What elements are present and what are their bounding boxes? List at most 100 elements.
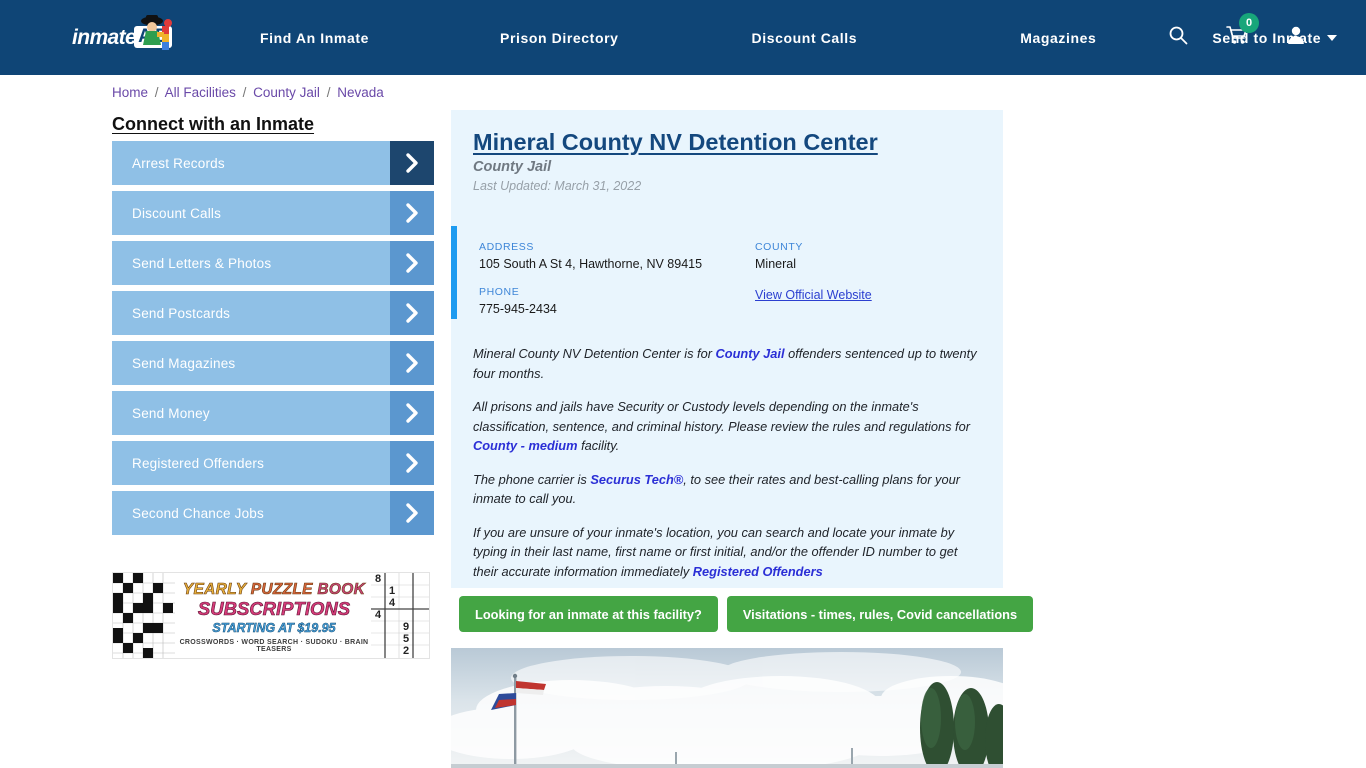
facility-description: Mineral County NV Detention Center is fo… bbox=[473, 344, 985, 595]
ad-headline-line2: SUBSCRIPTIONS bbox=[197, 597, 351, 619]
sidebar-item-send-magazines[interactable]: Send Magazines bbox=[112, 341, 434, 385]
chevron-right-icon bbox=[390, 391, 434, 435]
sudoku-grid-icon: 8 1 4 4 9 5 2 bbox=[371, 573, 429, 658]
county-label: COUNTY bbox=[755, 241, 803, 253]
shopping-cart-icon[interactable]: 0 bbox=[1226, 13, 1259, 50]
search-icon[interactable] bbox=[1168, 25, 1188, 50]
facility-exterior-photo bbox=[451, 648, 1003, 768]
nav-item-magazines[interactable]: Magazines bbox=[1020, 30, 1096, 46]
sidebar-item-label: Discount Calls bbox=[132, 205, 222, 221]
sidebar-item-arrest-records[interactable]: Arrest Records bbox=[112, 141, 434, 185]
county-jail-link[interactable]: County Jail bbox=[716, 346, 785, 361]
chevron-right-icon bbox=[390, 191, 434, 235]
chevron-right-icon bbox=[390, 491, 434, 535]
address-field: ADDRESS 105 South A St 4, Hawthorne, NV … bbox=[479, 241, 702, 271]
p2-text-b: facility. bbox=[577, 438, 620, 453]
phone-value: 775-945-2434 bbox=[479, 302, 557, 316]
sidebar-item-discount-calls[interactable]: Discount Calls bbox=[112, 191, 434, 235]
puzzle-book-ad-banner[interactable]: YEARLY PUZZLE BOOK SUBSCRIPTIONS STARTIN… bbox=[112, 572, 430, 659]
securus-tech-link[interactable]: Securus Tech® bbox=[590, 472, 683, 487]
top-navigation-bar: inmateAID Find An Inmate Prison Director… bbox=[0, 0, 1366, 75]
address-label: ADDRESS bbox=[479, 241, 534, 253]
sidebar-item-label: Send Money bbox=[132, 405, 210, 421]
breadcrumb-item-all-facilities[interactable]: All Facilities bbox=[165, 85, 236, 100]
facility-contact-box: ADDRESS 105 South A St 4, Hawthorne, NV … bbox=[451, 222, 1003, 322]
breadcrumb-separator: / bbox=[242, 85, 247, 100]
sidebar-item-send-money[interactable]: Send Money bbox=[112, 391, 434, 435]
sidebar-item-label: Registered Offenders bbox=[132, 455, 265, 471]
find-inmate-button[interactable]: Looking for an inmate at this facility? bbox=[459, 596, 718, 632]
inmateaid-mascot-icon bbox=[141, 15, 172, 50]
svg-text:9: 9 bbox=[403, 621, 409, 633]
p2-text-a: All prisons and jails have Security or C… bbox=[473, 399, 970, 434]
description-paragraph-3: The phone carrier is Securus Tech®, to s… bbox=[473, 470, 985, 509]
svg-text:4: 4 bbox=[389, 597, 396, 609]
accent-bar bbox=[451, 226, 457, 319]
chevron-right-icon bbox=[390, 441, 434, 485]
breadcrumb-separator: / bbox=[326, 85, 331, 100]
page-title[interactable]: Mineral County NV Detention Center bbox=[473, 129, 878, 156]
ad-price-line: STARTING AT $19.95 bbox=[212, 620, 336, 635]
svg-text:2: 2 bbox=[403, 645, 409, 657]
sidebar-item-label: Arrest Records bbox=[132, 155, 225, 171]
county-value: Mineral bbox=[755, 257, 796, 271]
address-value: 105 South A St 4, Hawthorne, NV 89415 bbox=[479, 257, 703, 271]
breadcrumb: Home / All Facilities / County Jail / Ne… bbox=[112, 85, 384, 100]
ad-word-book: BOOK bbox=[317, 580, 366, 598]
sidebar-menu: Arrest Records Discount Calls Send Lette… bbox=[112, 141, 434, 541]
county-medium-link[interactable]: County - medium bbox=[473, 438, 578, 453]
ad-headline-line1: YEARLY PUZZLE BOOK bbox=[182, 580, 366, 599]
ad-categories-line: CROSSWORDS · WORD SEARCH · SUDOKU · BRAI… bbox=[179, 638, 369, 653]
sidebar-title: Connect with an Inmate bbox=[112, 114, 315, 134]
nav-item-discount-calls[interactable]: Discount Calls bbox=[752, 30, 858, 46]
facility-info-panel: Mineral County NV Detention Center Count… bbox=[451, 110, 1003, 588]
breadcrumb-item-home[interactable]: Home bbox=[112, 85, 148, 100]
phone-field: PHONE 775-945-2434 bbox=[479, 286, 557, 316]
sidebar-item-label: Send Postcards bbox=[132, 305, 231, 321]
ad-text-block: YEARLY PUZZLE BOOK SUBSCRIPTIONS STARTIN… bbox=[171, 573, 377, 658]
visitations-button[interactable]: Visitations - times, rules, Covid cancel… bbox=[726, 596, 1034, 632]
nav-item-prison-directory[interactable]: Prison Directory bbox=[500, 30, 619, 46]
view-official-website-link[interactable]: View Official Website bbox=[755, 288, 872, 302]
description-paragraph-2: All prisons and jails have Security or C… bbox=[473, 397, 985, 456]
chevron-right-icon bbox=[390, 141, 434, 185]
ad-word-puzzle: PUZZLE bbox=[250, 580, 313, 598]
sidebar-item-label: Send Magazines bbox=[132, 355, 236, 371]
chevron-right-icon bbox=[390, 291, 434, 335]
p1-text-a: Mineral County NV Detention Center is fo… bbox=[473, 346, 716, 361]
breadcrumb-separator: / bbox=[154, 85, 159, 100]
crossword-grid-icon bbox=[113, 573, 175, 658]
facility-type: County Jail bbox=[473, 159, 552, 175]
sidebar-item-second-chance-jobs[interactable]: Second Chance Jobs bbox=[112, 491, 434, 535]
svg-text:8: 8 bbox=[375, 573, 381, 585]
breadcrumb-item-nevada[interactable]: Nevada bbox=[337, 85, 384, 100]
chevron-down-icon bbox=[1327, 34, 1338, 41]
last-updated-text: Last Updated: March 31, 2022 bbox=[473, 179, 642, 193]
user-account-icon[interactable] bbox=[1286, 25, 1306, 50]
sidebar-item-label: Second Chance Jobs bbox=[132, 505, 264, 521]
sidebar-item-registered-offenders[interactable]: Registered Offenders bbox=[112, 441, 434, 485]
ad-word-yearly: YEARLY bbox=[182, 580, 247, 598]
site-logo[interactable]: inmateAID bbox=[72, 15, 192, 58]
nav-icon-group: 0 bbox=[1168, 0, 1306, 75]
registered-offenders-link[interactable]: Registered Offenders bbox=[693, 564, 823, 579]
sidebar-item-label: Send Letters & Photos bbox=[132, 255, 272, 271]
svg-text:5: 5 bbox=[403, 633, 409, 645]
phone-label: PHONE bbox=[479, 286, 520, 298]
nav-item-find-an-inmate[interactable]: Find An Inmate bbox=[260, 30, 369, 46]
logo-text: inmate bbox=[72, 26, 137, 49]
svg-text:4: 4 bbox=[375, 609, 382, 621]
sidebar-item-send-postcards[interactable]: Send Postcards bbox=[112, 291, 434, 335]
county-field: COUNTY Mineral bbox=[755, 241, 803, 271]
official-website-field: View Official Website bbox=[755, 286, 872, 304]
cart-count-badge: 0 bbox=[1239, 13, 1259, 33]
description-paragraph-4: If you are unsure of your inmate's locat… bbox=[473, 523, 985, 582]
breadcrumb-item-county-jail[interactable]: County Jail bbox=[253, 85, 320, 100]
chevron-right-icon bbox=[390, 241, 434, 285]
action-button-row: Looking for an inmate at this facility? … bbox=[459, 596, 1034, 632]
description-paragraph-1: Mineral County NV Detention Center is fo… bbox=[473, 344, 985, 383]
chevron-right-icon bbox=[390, 341, 434, 385]
sidebar-item-send-letters-photos[interactable]: Send Letters & Photos bbox=[112, 241, 434, 285]
p3-text-a: The phone carrier is bbox=[473, 471, 591, 487]
svg-text:1: 1 bbox=[389, 585, 395, 597]
